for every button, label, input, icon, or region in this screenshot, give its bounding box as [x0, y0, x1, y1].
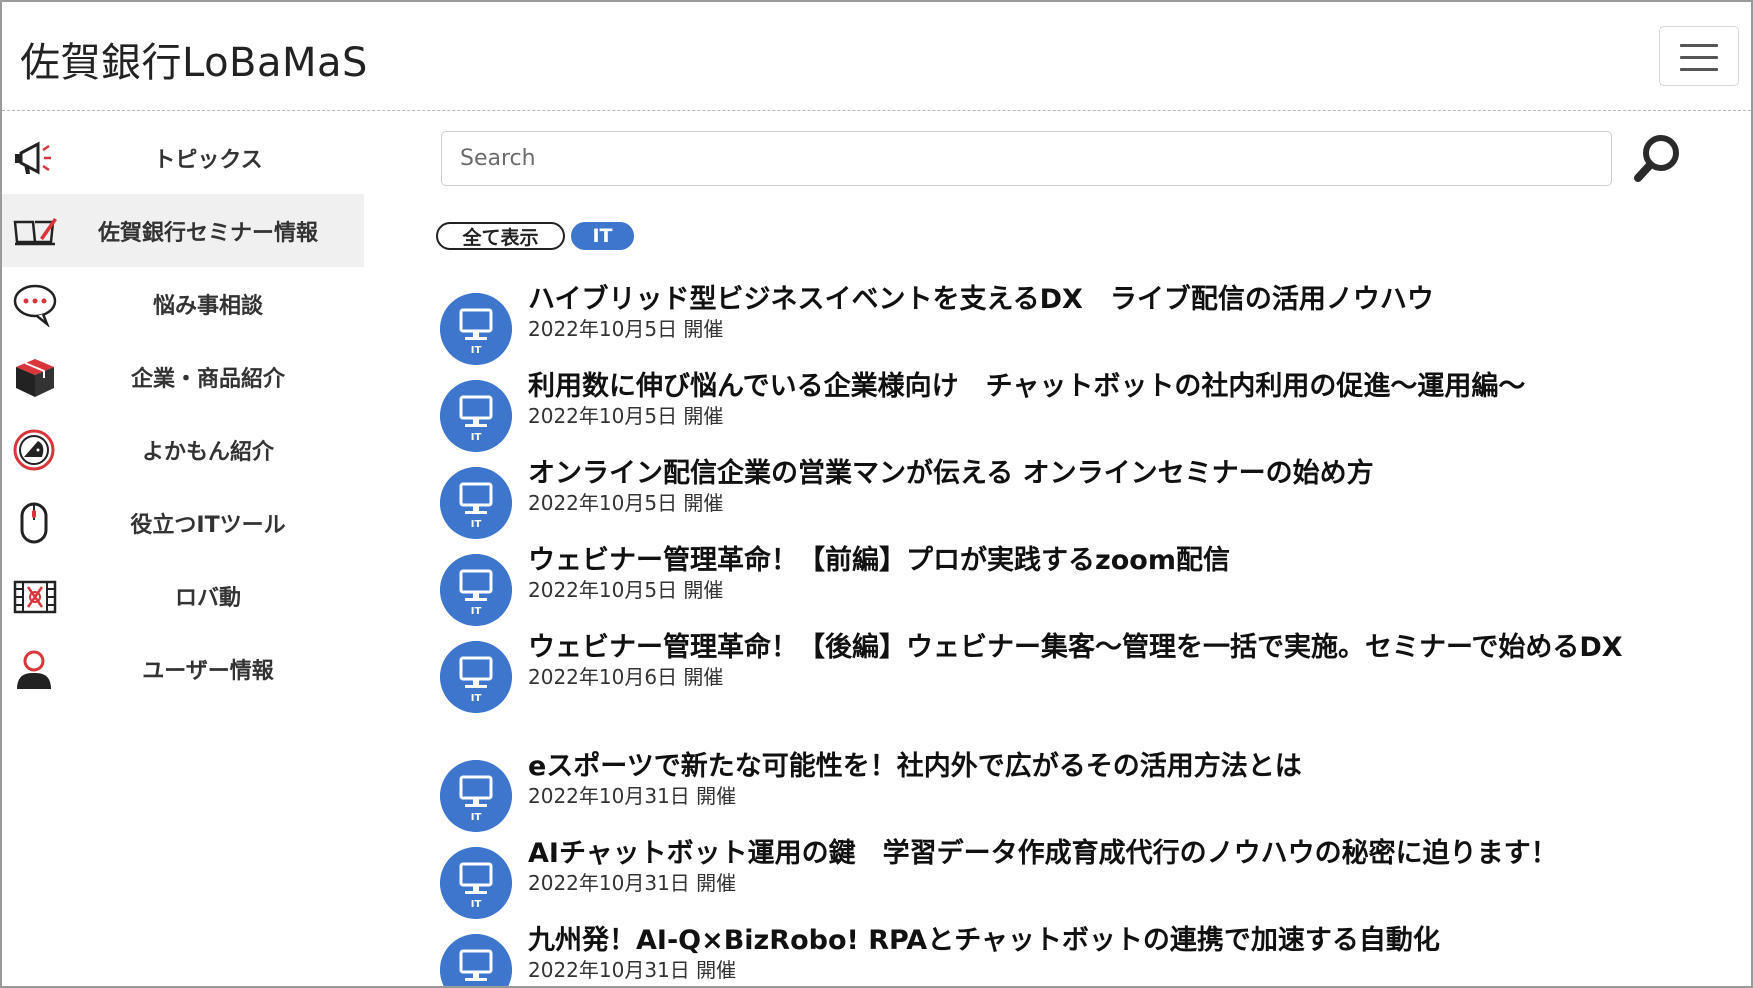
event-title[interactable]: eスポーツで新たな可能性を！社内外で広がるその活用方法とは	[528, 751, 1738, 782]
event-date: 2022年10月5日 開催	[528, 578, 724, 602]
hamburger-icon	[1680, 44, 1718, 47]
monitor-icon: IT	[440, 380, 512, 452]
monitor-icon: IT	[440, 847, 512, 919]
sidebar-item-topics[interactable]: トピックス	[2, 121, 364, 194]
event-date: 2022年10月31日 開催	[528, 784, 737, 808]
monitor-icon: IT	[440, 760, 512, 832]
event-list-item[interactable]: IT ウェビナー管理革命！【後編】ウェビナー集客～管理を一括で実施。セミナーで始め…	[438, 632, 1738, 713]
event-icon-label: IT	[471, 812, 482, 823]
sidebar-item-label: 企業・商品紹介	[130, 366, 285, 392]
header: 佐賀銀行LoBaMaS	[2, 2, 1751, 111]
sidebar-item-label: 佐賀銀行セミナー情報	[97, 220, 318, 246]
event-icon-label: IT	[471, 345, 482, 356]
event-title[interactable]: 九州発！AI-Q×BizRobo! RPAとチャットボットの連携で加速する自動化	[528, 925, 1738, 956]
sidebar-item-label: 役立つITツール	[130, 512, 286, 538]
sidebar-item-yokamon[interactable]: よかもん紹介	[2, 413, 364, 486]
event-date: 2022年10月31日 開催	[528, 958, 737, 982]
event-list-item[interactable]: IT オンライン配信企業の営業マンが伝える オンラインセミナーの始め方 2022年1…	[438, 458, 1738, 539]
event-list-item[interactable]: IT ウェビナー管理革命！【前編】プロが実践するzoom配信 2022年10月5日 …	[438, 545, 1738, 626]
filter-chips: 全て表示 IT	[436, 222, 634, 250]
sidebar-item-label: トピックス	[153, 147, 263, 173]
event-icon-label: IT	[471, 899, 482, 910]
event-title[interactable]: ウェビナー管理革命！【前編】プロが実践するzoom配信	[528, 545, 1738, 576]
event-date: 2022年10月5日 開催	[528, 317, 724, 341]
sidebar-item-label: ロバ動	[174, 585, 241, 611]
sidebar-item-consultation[interactable]: 悩み事相談	[2, 267, 364, 340]
event-title[interactable]: 利用数に伸び悩んでいる企業様向け チャットボットの社内利用の促進～運用編～	[528, 371, 1738, 402]
event-icon-label: IT	[471, 519, 482, 530]
search-input[interactable]	[441, 131, 1612, 186]
monitor-icon: IT	[440, 467, 512, 539]
event-list-item[interactable]: IT 利用数に伸び悩んでいる企業様向け チャットボットの社内利用の促進～運用編～ 2…	[438, 371, 1738, 452]
sidebar-item-robado[interactable]: ロバ動	[2, 559, 364, 632]
sidebar: トピックス 佐賀銀行セミナー情報 悩み事相談 企業・商品紹介 よかもん紹介 役立…	[2, 121, 364, 705]
monitor-icon: IT	[440, 293, 512, 365]
event-icon-label: IT	[471, 693, 482, 704]
event-title[interactable]: ハイブリッド型ビジネスイベントを支えるDX ライブ配信の活用ノウハウ	[528, 284, 1738, 315]
event-date: 2022年10月6日 開催	[528, 665, 724, 689]
event-list-item[interactable]: IT AIチャットボット運用の鍵 学習データ作成育成代行のノウハウの秘密に迫ります…	[438, 838, 1738, 919]
event-icon-label: IT	[471, 606, 482, 617]
event-icon-label: IT	[471, 432, 482, 443]
monitor-icon: IT	[440, 554, 512, 626]
sidebar-item-products[interactable]: 企業・商品紹介	[2, 340, 364, 413]
event-title[interactable]: オンライン配信企業の営業マンが伝える オンラインセミナーの始め方	[528, 458, 1738, 489]
event-list-item[interactable]: IT 九州発！AI-Q×BizRobo! RPAとチャットボットの連携で加速する自…	[438, 925, 1738, 986]
event-title[interactable]: ウェビナー管理革命！【後編】ウェビナー集客～管理を一括で実施。セミナーで始めるD…	[528, 632, 1738, 663]
filter-it[interactable]: IT	[571, 222, 634, 250]
monitor-icon: IT	[440, 934, 512, 986]
sidebar-item-it-tools[interactable]: 役立つITツール	[2, 486, 364, 559]
hamburger-icon	[1680, 68, 1718, 71]
sidebar-item-label: ユーザー情報	[142, 658, 274, 684]
search-icon[interactable]	[1630, 132, 1684, 186]
sidebar-item-user-info[interactable]: ユーザー情報	[2, 632, 364, 705]
filter-show-all[interactable]: 全て表示	[436, 222, 565, 250]
sidebar-item-label: よかもん紹介	[141, 439, 274, 465]
monitor-icon: IT	[440, 641, 512, 713]
event-date: 2022年10月5日 開催	[528, 404, 724, 428]
sidebar-item-label: 悩み事相談	[152, 293, 263, 319]
menu-button[interactable]	[1659, 26, 1739, 86]
sidebar-item-seminar[interactable]: 佐賀銀行セミナー情報	[2, 194, 364, 267]
event-date: 2022年10月5日 開催	[528, 491, 724, 515]
event-list-item[interactable]: IT ハイブリッド型ビジネスイベントを支えるDX ライブ配信の活用ノウハウ 2022…	[438, 284, 1738, 365]
event-title[interactable]: AIチャットボット運用の鍵 学習データ作成育成代行のノウハウの秘密に迫ります！	[528, 838, 1738, 869]
event-list-item[interactable]: IT eスポーツで新たな可能性を！社内外で広がるその活用方法とは 2022年10月3…	[438, 751, 1738, 832]
event-date: 2022年10月31日 開催	[528, 871, 737, 895]
hamburger-icon	[1680, 56, 1718, 59]
app-title[interactable]: 佐賀銀行LoBaMaS	[20, 30, 368, 88]
app-window: 佐賀銀行LoBaMaS トピックス 佐賀銀行セミナー情報 悩み事相談 企業・商品…	[0, 0, 1753, 988]
